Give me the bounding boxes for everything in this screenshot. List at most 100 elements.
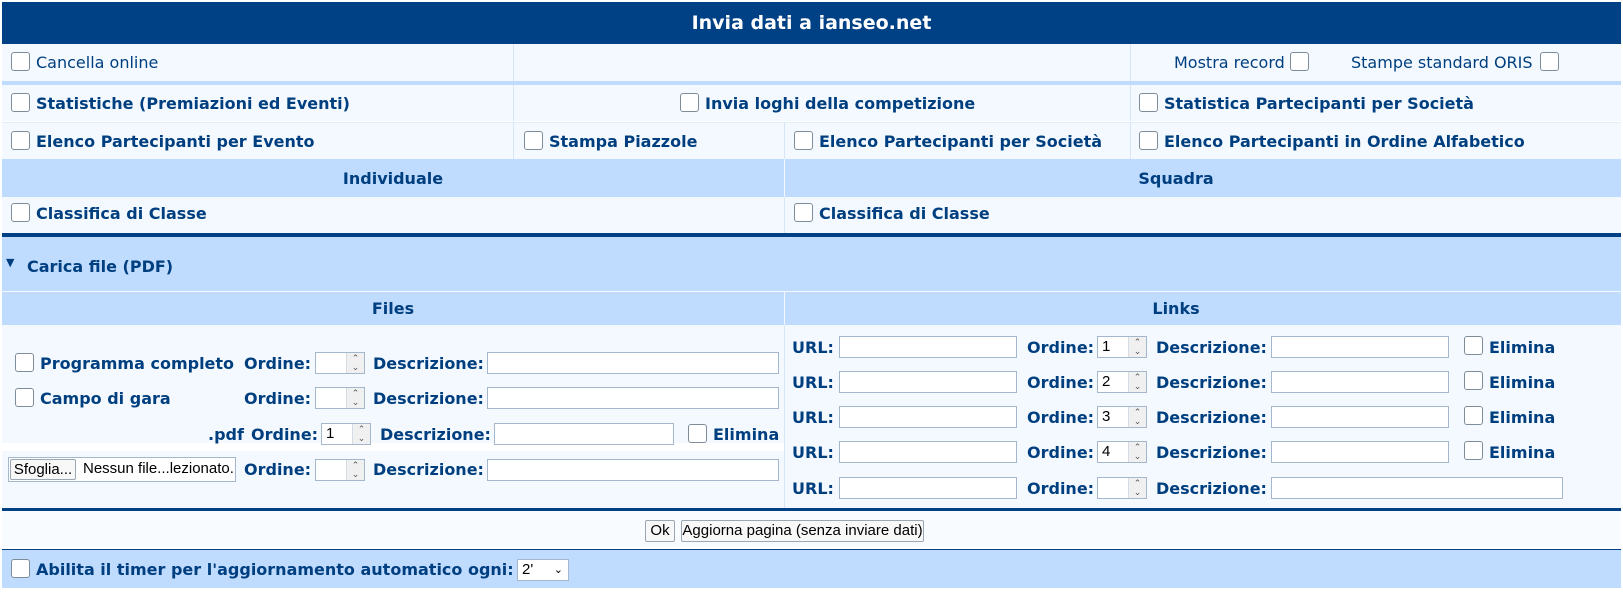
timer-checkbox[interactable] — [11, 559, 30, 578]
individuale-header: Individuale — [342, 169, 444, 188]
url-label: URL: — [792, 408, 834, 427]
elenco-alfabetico-checkbox[interactable] — [1139, 131, 1158, 150]
elimina-label: Elimina — [1489, 338, 1556, 357]
elimina-checkbox[interactable] — [1464, 441, 1483, 460]
classifica-ind-label: Classifica di Classe — [36, 204, 207, 223]
stat-partecipanti-societa-checkbox[interactable] — [1139, 93, 1158, 112]
classifica-sq-checkbox[interactable] — [794, 203, 813, 222]
link-url-input[interactable] — [839, 406, 1017, 428]
elenco-evento-checkbox[interactable] — [11, 131, 30, 150]
elimina-checkbox[interactable] — [1464, 336, 1483, 355]
link-url-input[interactable] — [839, 336, 1017, 358]
descrizione-label: Descrizione: — [373, 460, 484, 479]
descrizione-label: Descrizione: — [1156, 443, 1267, 462]
timer-label: Abilita il timer per l'aggiornamento aut… — [36, 560, 514, 579]
descrizione-label: Descrizione: — [373, 354, 484, 373]
cancella-online-checkbox[interactable] — [11, 52, 30, 71]
elimina-checkbox[interactable] — [1464, 406, 1483, 425]
files-header: Files — [371, 299, 415, 318]
url-label: URL: — [792, 338, 834, 357]
ordine-label: Ordine: — [244, 460, 312, 479]
file-ordine-stepper[interactable]: ⌃ ⌄ — [315, 352, 365, 374]
link-descrizione-input[interactable] — [1271, 406, 1449, 428]
descrizione-label: Descrizione: — [1156, 479, 1267, 498]
elenco-evento-label: Elenco Partecipanti per Evento — [36, 132, 315, 151]
campo-di-gara-checkbox[interactable] — [15, 388, 34, 407]
link-url-input[interactable] — [839, 477, 1017, 499]
url-label: URL: — [792, 373, 834, 392]
link-ordine-stepper[interactable]: 3 ⌃ ⌄ — [1097, 406, 1147, 428]
stat-partecipanti-societa-label: Statistica Partecipanti per Società — [1164, 94, 1474, 113]
ordine-label: Ordine: — [244, 389, 312, 408]
send-data-page: Invia dati a ianseo.net Cancella online … — [0, 0, 1623, 608]
file-ordine-stepper[interactable]: 1 ⌃ ⌄ — [321, 423, 371, 445]
chevron-down-icon: ⌄ — [553, 564, 563, 576]
url-label: URL: — [792, 443, 834, 462]
ordine-label: Ordine: — [1027, 479, 1095, 498]
stampe-oris-label: Stampe standard ORIS — [1351, 53, 1533, 72]
stampa-piazzole-label: Stampa Piazzole — [549, 132, 698, 151]
caret-down-icon[interactable]: ▼ — [6, 256, 14, 269]
file-descrizione-input[interactable] — [494, 423, 674, 445]
file-descrizione-input[interactable] — [487, 352, 779, 374]
stampe-oris-checkbox[interactable] — [1540, 52, 1559, 71]
descrizione-label: Descrizione: — [1156, 408, 1267, 427]
squadra-header: Squadra — [1138, 169, 1214, 188]
ordine-label: Ordine: — [1027, 373, 1095, 392]
upload-toggle-label[interactable]: Carica file (PDF) — [27, 257, 173, 276]
refresh-button[interactable]: Aggiorna pagina (senza inviare dati) — [681, 520, 924, 542]
elenco-alfabetico-label: Elenco Partecipanti in Ordine Alfabetico — [1164, 132, 1525, 151]
link-descrizione-input[interactable] — [1271, 336, 1449, 358]
link-ordine-stepper[interactable]: 1 ⌃ ⌄ — [1097, 336, 1147, 358]
browse-button[interactable]: Sfoglia... — [10, 459, 76, 480]
descrizione-label: Descrizione: — [1156, 338, 1267, 357]
descrizione-label: Descrizione: — [373, 389, 484, 408]
file-ordine-stepper[interactable]: ⌃ ⌄ — [315, 387, 365, 409]
elimina-label: Elimina — [1489, 373, 1556, 392]
timer-interval-select[interactable]: 2' ⌄ — [517, 559, 569, 581]
programma-completo-label: Programma completo — [40, 354, 235, 373]
link-descrizione-input[interactable] — [1271, 477, 1563, 499]
classifica-ind-checkbox[interactable] — [11, 203, 30, 222]
links-header: Links — [1152, 299, 1200, 318]
invia-loghi-checkbox[interactable] — [680, 93, 699, 112]
programma-completo-checkbox[interactable] — [15, 353, 34, 372]
no-file-selected-text: Nessun file...lezionato. — [83, 460, 234, 477]
file-descrizione-input[interactable] — [487, 387, 779, 409]
campo-di-gara-label: Campo di gara — [40, 389, 171, 408]
ok-button[interactable]: Ok — [645, 520, 675, 542]
elimina-label: Elimina — [1489, 443, 1556, 462]
file-ordine-stepper[interactable]: ⌃ ⌄ — [315, 459, 365, 481]
link-ordine-stepper[interactable]: ⌃ ⌄ — [1097, 477, 1147, 499]
link-url-input[interactable] — [839, 441, 1017, 463]
statistiche-checkbox[interactable] — [11, 93, 30, 112]
page-title: Invia dati a ianseo.net — [2, 2, 1621, 44]
mostra-record-label: Mostra record — [1174, 53, 1285, 72]
ordine-label: Ordine: — [244, 354, 312, 373]
file-descrizione-input[interactable] — [487, 459, 779, 481]
ordine-label: Ordine: — [1027, 443, 1095, 462]
pdf-file-label: .pdf — [208, 425, 244, 444]
stampa-piazzole-checkbox[interactable] — [524, 131, 543, 150]
elenco-societa-checkbox[interactable] — [794, 131, 813, 150]
link-descrizione-input[interactable] — [1271, 371, 1449, 393]
ordine-label: Ordine: — [1027, 408, 1095, 427]
link-descrizione-input[interactable] — [1271, 441, 1449, 463]
ordine-label: Ordine: — [251, 425, 319, 444]
link-ordine-stepper[interactable]: 2 ⌃ ⌄ — [1097, 371, 1147, 393]
elimina-checkbox[interactable] — [1464, 371, 1483, 390]
invia-loghi-label: Invia loghi della competizione — [705, 94, 976, 113]
cancella-online-label: Cancella online — [36, 53, 159, 72]
mostra-record-checkbox[interactable] — [1290, 52, 1309, 71]
elenco-societa-label: Elenco Partecipanti per Società — [819, 132, 1103, 151]
elimina-checkbox[interactable] — [688, 424, 707, 443]
elimina-label: Elimina — [1489, 408, 1556, 427]
link-url-input[interactable] — [839, 371, 1017, 393]
upload-toggle-band — [2, 237, 1621, 291]
url-label: URL: — [792, 479, 834, 498]
descrizione-label: Descrizione: — [1156, 373, 1267, 392]
classifica-sq-label: Classifica di Classe — [819, 204, 990, 223]
link-ordine-stepper[interactable]: 4 ⌃ ⌄ — [1097, 441, 1147, 463]
statistiche-label: Statistiche (Premiazioni ed Eventi) — [36, 94, 350, 113]
ordine-label: Ordine: — [1027, 338, 1095, 357]
